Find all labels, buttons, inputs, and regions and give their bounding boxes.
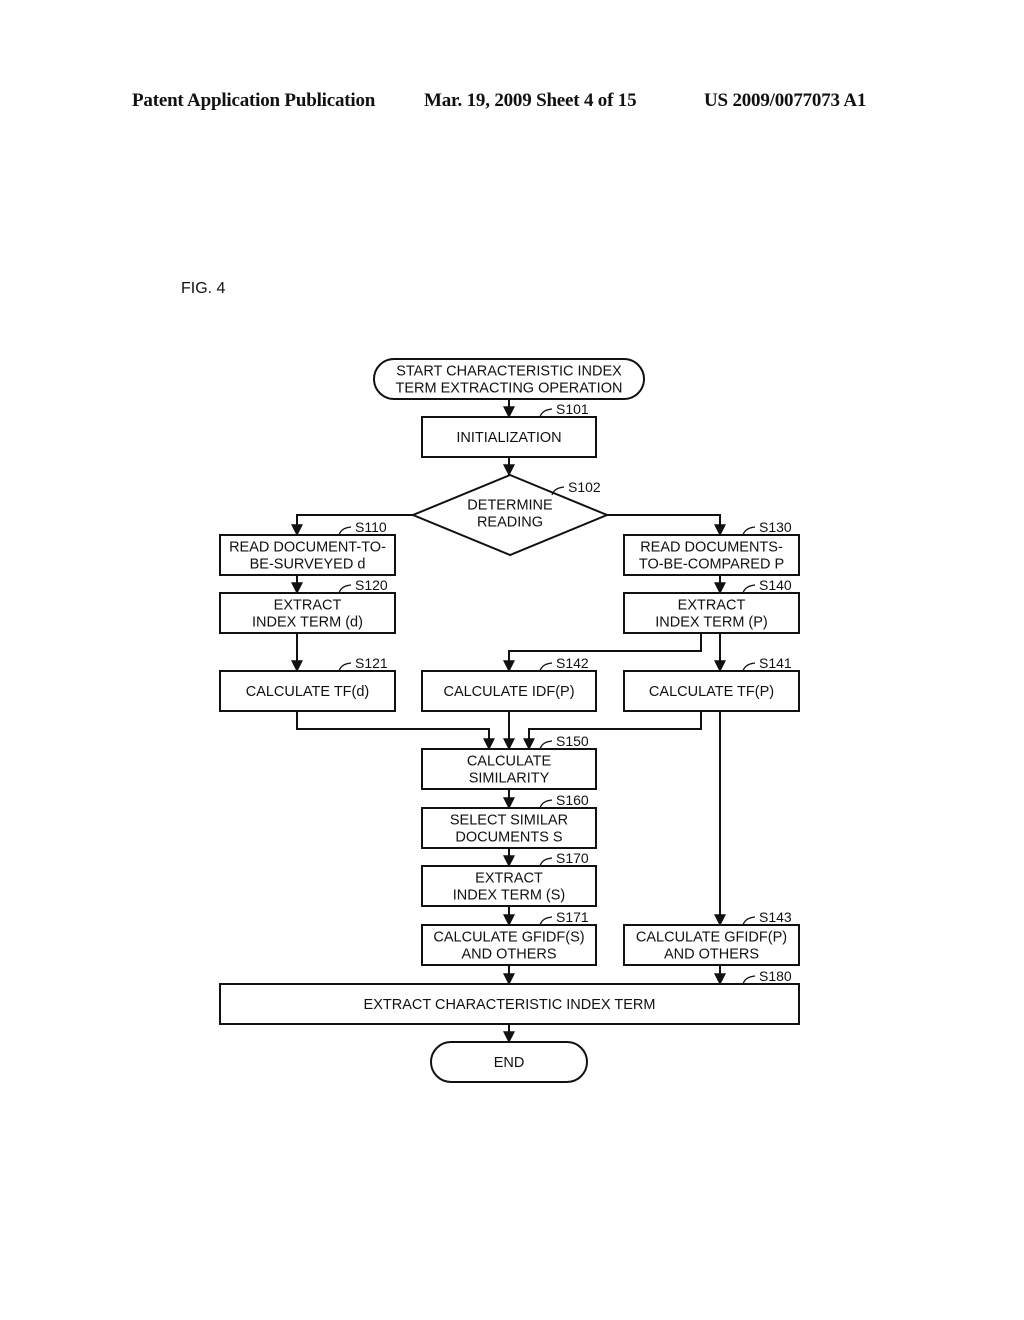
node-s102: DETERMINEREADING S102 [410, 473, 610, 557]
node-label: CALCULATE IDF(P) [443, 684, 574, 700]
step-leader [742, 916, 756, 926]
node-label: READ DOCUMENTS- [640, 540, 783, 556]
step-leader [742, 526, 756, 536]
node-label: SIMILARITY [469, 771, 550, 787]
step-leader [742, 975, 756, 985]
node-label: EXTRACT [274, 598, 342, 614]
step-leader [338, 526, 352, 536]
step-leader [539, 916, 553, 926]
step-leader [539, 799, 553, 809]
node-label: TO-BE-COMPARED P [639, 557, 784, 573]
node-label: AND OTHERS [664, 947, 759, 963]
edge-s140-to-s142 [503, 633, 702, 673]
node-label: END [494, 1055, 525, 1071]
edge-s121-to-s150 [296, 711, 495, 751]
node-label: CALCULATE GFIDF(P) [636, 930, 787, 946]
step-number: S130 [759, 519, 792, 535]
node-s121: CALCULATE TF(d) S121 [219, 655, 396, 712]
step-leader [539, 857, 553, 867]
node-label: EXTRACT CHARACTERISTIC INDEX TERM [364, 997, 656, 1013]
node-s120: EXTRACTINDEX TERM (d) S120 [219, 577, 396, 634]
step-number: S150 [556, 733, 589, 749]
step-number: S171 [556, 909, 589, 925]
step-number: S101 [556, 401, 589, 417]
node-label: DETERMINE [467, 498, 553, 514]
step-number: S143 [759, 909, 792, 925]
step-number: S140 [759, 577, 792, 593]
node-label: INDEX TERM (P) [655, 615, 768, 631]
step-leader [338, 584, 352, 594]
step-leader [539, 740, 553, 750]
node-label: DOCUMENTS S [455, 830, 562, 846]
step-leader [539, 662, 553, 672]
node-label: INDEX TERM (S) [453, 888, 566, 904]
node-label: AND OTHERS [461, 947, 556, 963]
step-leader [539, 408, 553, 418]
node-s143: CALCULATE GFIDF(P)AND OTHERS S143 [623, 909, 800, 966]
flowchart: START CHARACTERISTIC INDEXTERM EXTRACTIN… [219, 358, 800, 1083]
node-s140: EXTRACTINDEX TERM (P) S140 [623, 577, 800, 634]
step-leader [742, 662, 756, 672]
node-end: END [430, 1041, 588, 1083]
node-label: CALCULATE GFIDF(S) [433, 930, 584, 946]
node-s130: READ DOCUMENTS-TO-BE-COMPARED P S130 [623, 519, 800, 576]
step-number: S110 [355, 519, 387, 535]
node-label: CALCULATE TF(P) [649, 684, 774, 700]
node-label: READ DOCUMENT-TO- [229, 540, 386, 556]
node-label: CALCULATE TF(d) [246, 684, 370, 700]
node-label: CALCULATE [467, 754, 552, 770]
step-number: S170 [556, 850, 589, 866]
step-number: S141 [759, 655, 792, 671]
node-label: START CHARACTERISTIC INDEX [396, 364, 622, 380]
edge-s141-to-s150 [523, 711, 702, 751]
step-number: S120 [355, 577, 388, 593]
node-label: INITIALIZATION [456, 430, 561, 446]
node-start: START CHARACTERISTIC INDEXTERM EXTRACTIN… [373, 358, 645, 400]
step-number: S180 [759, 968, 792, 984]
step-leader [338, 662, 352, 672]
node-label: SELECT SIMILAR [450, 813, 568, 829]
node-label: INDEX TERM (d) [252, 615, 363, 631]
node-label: BE-SURVEYED d [250, 557, 366, 573]
node-label: EXTRACT [475, 871, 543, 887]
step-number: S121 [355, 655, 388, 671]
step-number: S160 [556, 792, 589, 808]
step-leader [742, 584, 756, 594]
node-label: TERM EXTRACTING OPERATION [396, 381, 623, 397]
step-number: S142 [556, 655, 589, 671]
node-label: READING [477, 515, 543, 531]
edge-s102-to-s130 [607, 514, 726, 537]
node-s141: CALCULATE TF(P) S141 [623, 655, 800, 712]
node-label: EXTRACT [678, 598, 746, 614]
step-number: S102 [568, 479, 601, 495]
node-s110: READ DOCUMENT-TO-BE-SURVEYED d S110 [219, 519, 396, 576]
